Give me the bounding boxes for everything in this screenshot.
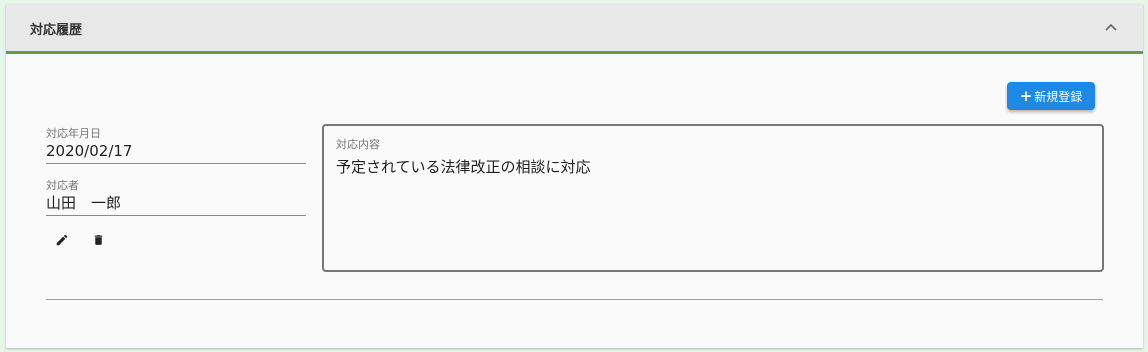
plus-icon: +: [1019, 86, 1033, 105]
panel-header[interactable]: 対応履歴: [6, 4, 1143, 54]
date-label: 対応年月日: [46, 127, 101, 140]
pencil-icon[interactable]: [52, 230, 72, 250]
chevron-up-icon[interactable]: [1099, 16, 1123, 40]
person-value: 山田 一郎: [46, 194, 122, 212]
date-field[interactable]: 対応年月日 2020/02/17: [46, 127, 306, 164]
person-field[interactable]: 対応者 山田 一郎: [46, 179, 306, 216]
history-panel: 対応履歴 + 新規登録 対応年月日 2020/02/17 対応者 山田 一郎 対…: [6, 4, 1143, 348]
panel-title: 対応履歴: [30, 23, 83, 38]
person-label: 対応者: [46, 179, 79, 192]
trash-icon[interactable]: [88, 230, 108, 250]
new-entry-label: 新規登録: [1034, 89, 1083, 104]
date-value: 2020/02/17: [46, 142, 133, 160]
content-value: 予定されている法律改正の相談に対応: [336, 158, 591, 176]
content-label: 対応内容: [336, 138, 380, 151]
new-entry-button[interactable]: + 新規登録: [1007, 82, 1095, 110]
divider: [46, 299, 1103, 300]
content-textarea[interactable]: 対応内容 予定されている法律改正の相談に対応: [322, 124, 1104, 272]
